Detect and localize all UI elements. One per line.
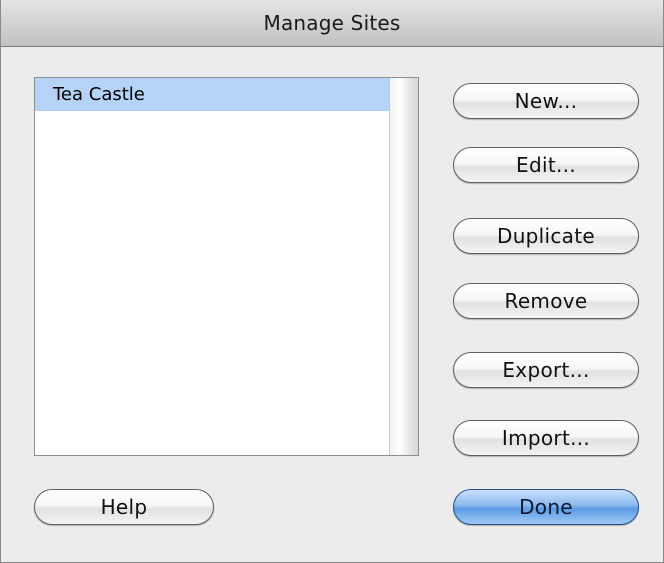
edit-site-button[interactable]: Edit...: [453, 147, 639, 183]
site-list[interactable]: Tea Castle: [34, 77, 419, 456]
done-button[interactable]: Done: [453, 489, 639, 525]
site-list-rows: Tea Castle: [35, 78, 389, 455]
site-list-item-label: Tea Castle: [53, 84, 145, 105]
help-button[interactable]: Help: [34, 489, 214, 525]
import-site-button[interactable]: Import...: [453, 420, 639, 456]
site-list-item-tea-castle[interactable]: Tea Castle: [35, 78, 389, 111]
dialog-title: Manage Sites: [263, 11, 401, 35]
manage-sites-dialog: Manage Sites Tea Castle New... Edit... D…: [0, 0, 664, 563]
new-site-button[interactable]: New...: [453, 83, 639, 119]
site-list-scrollbar[interactable]: [389, 78, 418, 455]
remove-site-button[interactable]: Remove: [453, 283, 639, 319]
duplicate-site-button[interactable]: Duplicate: [453, 218, 639, 254]
export-site-button[interactable]: Export...: [453, 352, 639, 388]
title-bar[interactable]: Manage Sites: [1, 0, 663, 47]
